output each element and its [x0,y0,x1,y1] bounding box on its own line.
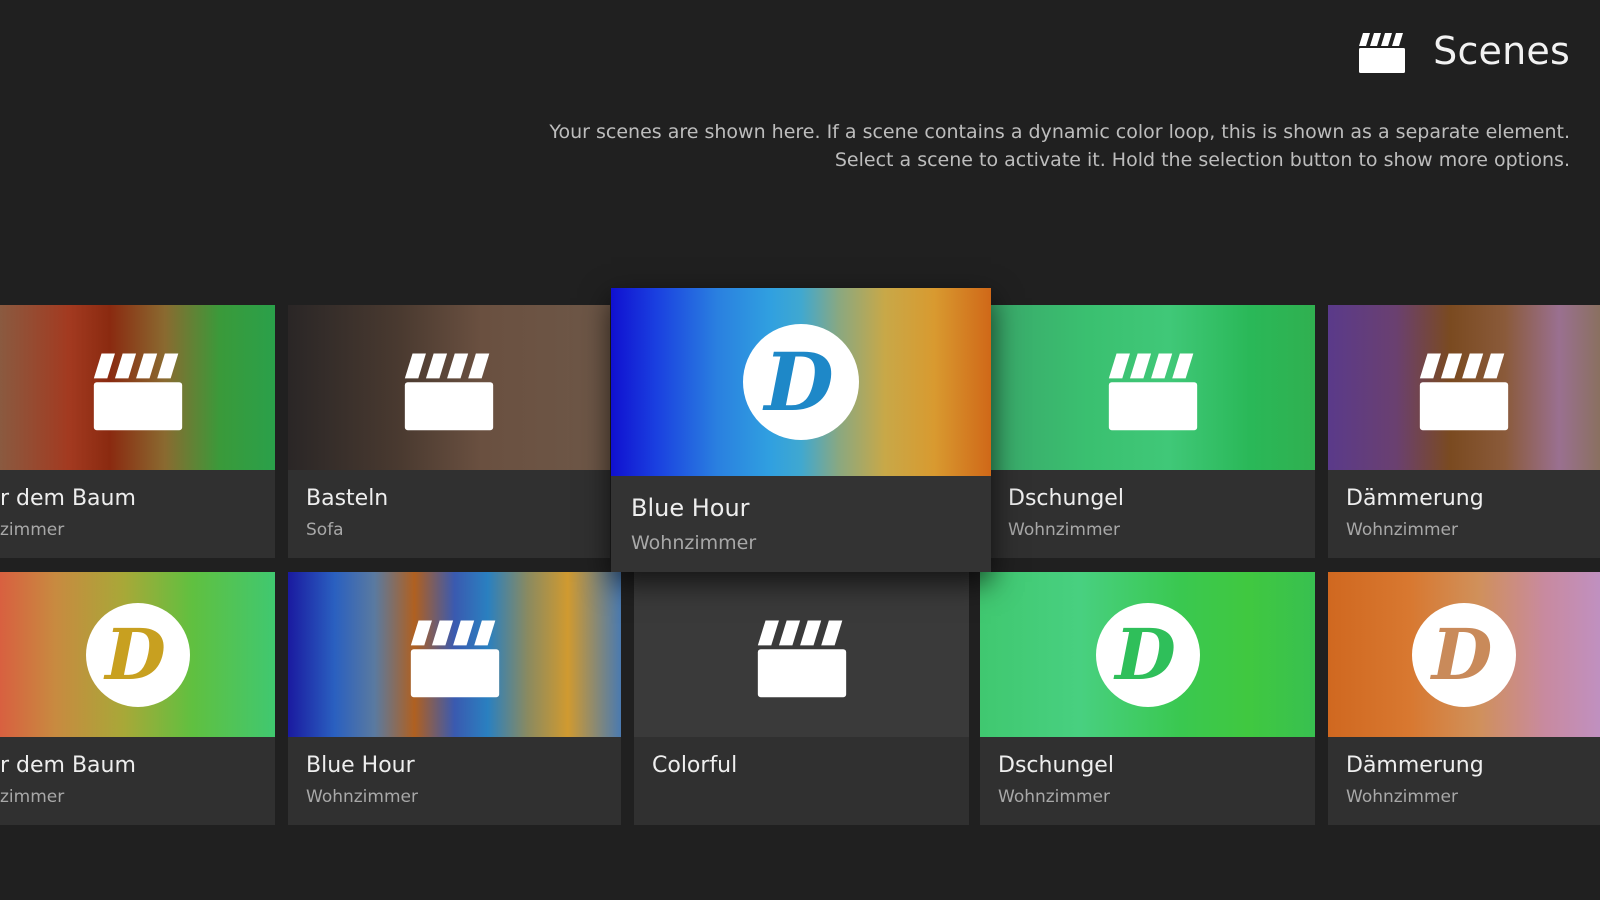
scene-card[interactable]: Blue Hour Wohnzimmer [288,572,621,825]
dynamic-d-icon: D [85,602,190,707]
scene-name: Dschungel [1008,486,1124,511]
scene-card[interactable]: r dem Baum zimmer [0,305,275,558]
scene-room: Sofa [306,520,344,540]
scene-room: Wohnzimmer [1008,520,1120,540]
clapperboard-icon [401,342,497,434]
scene-name: Blue Hour [306,753,415,778]
scenes-screen: Scenes Your scenes are shown here. If a … [0,0,1600,900]
scene-room: Wohnzimmer [306,787,418,807]
scene-name: r dem Baum [0,753,136,778]
scenes-grid: r dem Baum zimmer Basteln Sofa D Blue Ho… [0,0,1600,900]
scene-card[interactable]: Basteln Sofa [288,305,610,558]
scene-room: Wohnzimmer [1346,520,1458,540]
scene-name: Basteln [306,486,389,511]
clapperboard-icon [1105,342,1201,434]
dynamic-d-icon: D [1095,602,1200,707]
scene-room: zimmer [0,787,65,807]
scene-card[interactable]: Dschungel Wohnzimmer [990,305,1315,558]
dynamic-d-icon: D [1412,602,1516,707]
scene-card[interactable]: Dämmerung Wohnzimmer [1328,305,1600,558]
clapperboard-icon [1416,342,1512,434]
scene-name: Dämmerung [1346,753,1484,778]
scene-room: Wohnzimmer [998,787,1110,807]
scene-room: Wohnzimmer [631,532,757,554]
scene-card[interactable]: D Dämmerung Wohnzimmer [1328,572,1600,825]
clapperboard-icon [90,342,186,434]
clapperboard-icon [754,609,850,701]
scene-room: Wohnzimmer [1346,787,1458,807]
scene-name: Blue Hour [631,494,750,522]
scene-name: Dschungel [998,753,1114,778]
scene-card[interactable]: D r dem Baum zimmer [0,572,275,825]
scene-name: Dämmerung [1346,486,1484,511]
scene-card[interactable]: Colorful [634,572,969,825]
scene-room: zimmer [0,520,65,540]
dynamic-d-icon: D [743,324,859,440]
scene-card[interactable]: D Dschungel Wohnzimmer [980,572,1315,825]
scene-name: r dem Baum [0,486,136,511]
scene-card-focused[interactable]: D Blue Hour Wohnzimmer [611,288,991,572]
clapperboard-icon [407,609,503,701]
scene-name: Colorful [652,753,738,778]
